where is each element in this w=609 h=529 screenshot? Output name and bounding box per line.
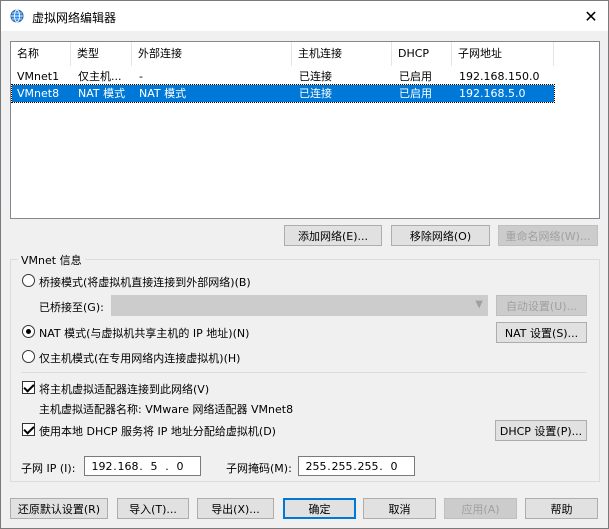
use-dhcp-label[interactable]: 使用本地 DHCP 服务将 IP 地址分配给虚拟机(D) bbox=[39, 423, 276, 439]
restore-defaults-button[interactable]: 还原默认设置(R) bbox=[10, 498, 108, 519]
network-list[interactable]: 名称 类型 外部连接 主机连接 DHCP 子网地址 VMnet1 仅主机... … bbox=[10, 41, 600, 219]
chevron-down-icon: ▼ bbox=[475, 299, 483, 310]
ip-octet: 192 bbox=[91, 459, 113, 473]
nat-mode-radio[interactable] bbox=[22, 325, 35, 338]
subnet-ip-input[interactable]: 192. 168. 5. 0 bbox=[84, 456, 201, 476]
rename-network-button[interactable]: 重命名网络(W)... bbox=[498, 225, 598, 246]
cancel-button[interactable]: 取消 bbox=[363, 498, 436, 519]
cell-type: 仅主机... bbox=[78, 70, 122, 83]
cell-name: VMnet1 bbox=[17, 70, 60, 83]
close-icon[interactable]: ✕ bbox=[574, 1, 608, 31]
cell-external: NAT 模式 bbox=[139, 87, 187, 100]
cell-host: 已连接 bbox=[299, 87, 332, 100]
column-header-host[interactable]: 主机连接 bbox=[292, 42, 392, 66]
column-header-external[interactable]: 外部连接 bbox=[132, 42, 292, 66]
bridge-mode-radio[interactable] bbox=[22, 274, 35, 287]
cell-dhcp: 已启用 bbox=[399, 70, 432, 83]
column-header-subnet[interactable]: 子网地址 bbox=[452, 42, 554, 66]
host-only-label[interactable]: 仅主机模式(在专用网络内连接虚拟机)(H) bbox=[39, 350, 240, 366]
separator bbox=[21, 372, 586, 373]
list-header: 名称 类型 外部连接 主机连接 DHCP 子网地址 bbox=[11, 42, 599, 66]
mask-octet: 255 bbox=[357, 459, 379, 473]
host-only-radio[interactable] bbox=[22, 350, 35, 363]
nat-mode-label[interactable]: NAT 模式(与虚拟机共享主机的 IP 地址)(N) bbox=[39, 325, 249, 341]
export-button[interactable]: 导出(X)... bbox=[197, 498, 274, 519]
table-row-selected[interactable]: VMnet8 NAT 模式 NAT 模式 已连接 已启用 192.168.5.0 bbox=[11, 84, 555, 103]
connect-adapter-label[interactable]: 将主机虚拟适配器连接到此网络(V) bbox=[39, 381, 209, 397]
auto-settings-button[interactable]: 自动设置(U)... bbox=[496, 295, 587, 316]
bridge-mode-label[interactable]: 桥接模式(将虚拟机直接连接到外部网络)(B) bbox=[39, 274, 251, 290]
dhcp-settings-button[interactable]: DHCP 设置(P)... bbox=[495, 420, 587, 441]
bridged-to-label: 已桥接至(G): bbox=[39, 301, 104, 314]
cell-host: 已连接 bbox=[299, 70, 332, 83]
table-row[interactable]: VMnet1 仅主机... - 已连接 已启用 192.168.150.0 bbox=[12, 68, 554, 85]
use-dhcp-checkbox[interactable] bbox=[22, 423, 35, 436]
subnet-mask-label: 子网掩码(M): bbox=[226, 462, 292, 475]
ip-octet: 5 bbox=[150, 459, 158, 473]
column-header-name[interactable]: 名称 bbox=[11, 42, 71, 66]
cell-type: NAT 模式 bbox=[78, 87, 126, 100]
column-header-dhcp[interactable]: DHCP bbox=[392, 42, 452, 66]
cell-dhcp: 已启用 bbox=[399, 87, 432, 100]
apply-button[interactable]: 应用(A) bbox=[444, 498, 517, 519]
help-button[interactable]: 帮助 bbox=[525, 498, 598, 519]
connect-adapter-checkbox[interactable] bbox=[22, 381, 35, 394]
network-globe-icon bbox=[10, 9, 24, 23]
cell-subnet: 192.168.150.0 bbox=[459, 70, 540, 83]
window-title: 虚拟网络编辑器 bbox=[32, 11, 117, 25]
cell-external: - bbox=[139, 70, 143, 83]
ip-octet: 168 bbox=[117, 459, 139, 473]
nat-settings-button[interactable]: NAT 设置(S)... bbox=[496, 322, 587, 343]
mask-octet: 255 bbox=[331, 459, 353, 473]
subnet-mask-input[interactable]: 255. 255. 255. 0 bbox=[298, 456, 415, 476]
remove-network-button[interactable]: 移除网络(O) bbox=[391, 225, 490, 246]
bridged-to-select[interactable]: ▼ bbox=[111, 295, 488, 316]
ip-octet: 0 bbox=[176, 459, 184, 473]
import-button[interactable]: 导入(T)... bbox=[117, 498, 189, 519]
ok-button[interactable]: 确定 bbox=[283, 498, 356, 519]
cell-name: VMnet8 bbox=[17, 87, 60, 100]
mask-octet: 255 bbox=[305, 459, 327, 473]
mask-octet: 0 bbox=[390, 459, 398, 473]
add-network-button[interactable]: 添加网络(E)... bbox=[284, 225, 382, 246]
vmnet-info-group bbox=[10, 259, 600, 482]
subnet-ip-label: 子网 IP (I): bbox=[21, 462, 76, 475]
cell-subnet: 192.168.5.0 bbox=[459, 87, 526, 100]
column-header-type[interactable]: 类型 bbox=[71, 42, 132, 66]
adapter-name-label: 主机虚拟适配器名称: VMware 网络适配器 VMnet8 bbox=[39, 403, 294, 416]
title-bar: 虚拟网络编辑器 ✕ bbox=[1, 1, 608, 31]
virtual-network-editor-window: 虚拟网络编辑器 ✕ 名称 类型 外部连接 主机连接 DHCP 子网地址 VMne… bbox=[0, 0, 609, 529]
vmnet-info-label: VMnet 信息 bbox=[18, 252, 85, 268]
